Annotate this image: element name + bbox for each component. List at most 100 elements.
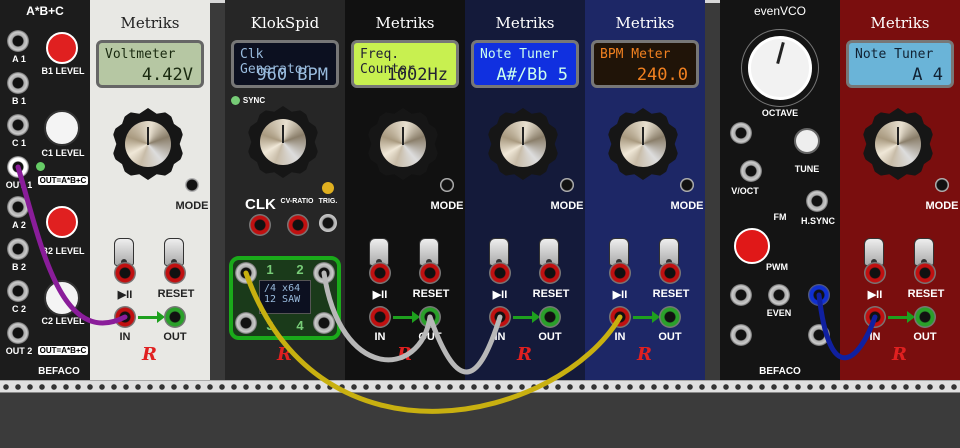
metriks4-reset-label: RESET	[652, 288, 690, 300]
metriks4-reset-jack[interactable]	[659, 262, 681, 284]
b2-level-knob[interactable]	[46, 206, 78, 238]
metriks2-display: Freq. Counter 1002Hz	[351, 40, 459, 88]
metriks4-encoder-knob[interactable]	[607, 108, 679, 180]
metriks4-mode-label: MODE	[670, 200, 704, 212]
metriks3-in-jack[interactable]	[489, 306, 511, 328]
metriks5-reset-jack[interactable]	[914, 262, 936, 284]
metriks2-mode-button[interactable]	[440, 178, 454, 192]
saw-out-jack[interactable]	[808, 284, 830, 306]
metriks5-out-label: OUT	[913, 331, 937, 343]
metriks3-display-title: Note Tuner	[480, 47, 559, 62]
metriks5-in-jack[interactable]	[864, 306, 886, 328]
klok-cvratio-jack[interactable]	[287, 214, 309, 236]
klok-logo: R	[277, 344, 292, 365]
metriks2-in-jack[interactable]	[369, 306, 391, 328]
pwm-knob[interactable]	[734, 228, 770, 264]
klok-clk-label: CLK	[245, 196, 276, 213]
hsync-jack[interactable]	[806, 190, 828, 212]
metriks3-play-jack[interactable]	[489, 262, 511, 284]
metriks1-play-jack[interactable]	[114, 262, 136, 284]
metriks3-out-jack[interactable]	[539, 306, 561, 328]
tune-knob[interactable]	[794, 128, 820, 154]
klok-out3-jack[interactable]	[235, 312, 257, 334]
metriks2-in-label: IN	[374, 331, 386, 343]
b1-level-knob[interactable]	[46, 32, 78, 64]
input-a1-label: A 1	[12, 54, 26, 64]
module-metriks-note-tuner-2: Metriks Note Tuner A 4 MODE ▶II RESET IN…	[840, 0, 960, 380]
metriks1-display-value: 4.42V	[141, 65, 193, 85]
metriks3-mode-button[interactable]	[560, 178, 574, 192]
klok-port4-label: 4	[296, 318, 304, 333]
metriks5-play-jack[interactable]	[864, 262, 886, 284]
metriks5-play-label: ▶II	[867, 289, 883, 301]
klok-port3-label: 3	[266, 318, 274, 333]
klok-out2-jack[interactable]	[313, 262, 335, 284]
metriks5-out-jack[interactable]	[914, 306, 936, 328]
even-out-jack[interactable]	[768, 284, 790, 306]
metriks1-encoder-knob[interactable]	[112, 108, 184, 180]
metriks5-encoder-knob[interactable]	[862, 108, 934, 180]
metriks4-out-jack[interactable]	[659, 306, 681, 328]
metriks2-mode-label: MODE	[430, 200, 464, 212]
input-b1-jack[interactable]	[7, 72, 29, 94]
metriks4-play-jack[interactable]	[609, 262, 631, 284]
metriks3-reset-jack[interactable]	[539, 262, 561, 284]
metriks3-logo: R	[517, 344, 532, 365]
klok-clk-jack[interactable]	[249, 214, 271, 236]
metriks3-title: Metriks	[495, 14, 555, 32]
metriks2-reset-label: RESET	[412, 288, 450, 300]
metriks2-encoder-knob[interactable]	[367, 108, 439, 180]
input-a2-jack[interactable]	[7, 196, 29, 218]
metriks1-reset-jack[interactable]	[164, 262, 186, 284]
metriks2-reset-jack[interactable]	[419, 262, 441, 284]
klok-port2-label: 2	[296, 262, 304, 277]
metriks3-encoder-knob[interactable]	[487, 108, 559, 180]
klok-display-value: 960 BPM	[256, 65, 328, 85]
even-label: EVEN	[766, 308, 792, 318]
metriks1-in-jack[interactable]	[114, 306, 136, 328]
module-evenvco: evenVCO OCTAVE V/OCT TUNE FM H.SYNC PWM …	[720, 0, 840, 380]
metriks5-title: Metriks	[870, 14, 930, 32]
klok-bpm-knob[interactable]	[247, 106, 319, 178]
metriks5-display-title: Note Tuner	[855, 47, 934, 62]
evenvco-title: evenVCO	[753, 4, 807, 18]
output-2-label: OUT 2	[5, 346, 33, 356]
metriks2-play-jack[interactable]	[369, 262, 391, 284]
c1-level-knob[interactable]	[44, 110, 80, 146]
tri-out-jack[interactable]	[730, 324, 752, 346]
c2-level-knob[interactable]	[44, 280, 80, 316]
metriks4-mode-button[interactable]	[680, 178, 694, 192]
module-metriks-note-tuner: Metriks Note Tuner A#/Bb 5 MODE ▶II RESE…	[465, 0, 585, 380]
fm-jack[interactable]	[740, 160, 762, 182]
input-c2-jack[interactable]	[7, 280, 29, 302]
fm-label: FM	[773, 212, 787, 222]
voct-jack[interactable]	[730, 122, 752, 144]
metriks4-in-jack[interactable]	[609, 306, 631, 328]
bottom-rail	[0, 380, 960, 393]
metriks2-flow-arrow	[393, 311, 420, 323]
metriks2-out-jack[interactable]	[419, 306, 441, 328]
klok-out1-jack[interactable]	[235, 262, 257, 284]
input-a1-jack[interactable]	[7, 30, 29, 52]
klok-out4-jack[interactable]	[313, 312, 335, 334]
pwm-label: PWM	[766, 262, 788, 272]
metriks4-title: Metriks	[615, 14, 675, 32]
klok-trig-label: TRIG.	[318, 198, 338, 205]
metriks4-flow-arrow	[633, 311, 660, 323]
klok-display: Clk Generator 960 BPM	[231, 40, 339, 88]
input-c1-jack[interactable]	[7, 114, 29, 136]
metriks1-out-jack[interactable]	[164, 306, 186, 328]
sine-out-jack[interactable]	[730, 284, 752, 306]
input-b2-jack[interactable]	[7, 238, 29, 260]
klok-sync-led	[231, 96, 240, 105]
tune-label: TUNE	[794, 164, 820, 174]
metriks1-mode-button[interactable]	[185, 178, 199, 192]
input-b1-label: B 1	[11, 96, 26, 106]
square-out-jack[interactable]	[808, 324, 830, 346]
voct-label: V/OCT	[731, 186, 759, 196]
output-1-jack[interactable]	[7, 156, 29, 178]
klok-trig-button[interactable]	[319, 214, 337, 232]
metriks5-mode-button[interactable]	[935, 178, 949, 192]
output-2-jack[interactable]	[7, 322, 29, 344]
metriks4-display-value: 240.0	[636, 65, 688, 85]
